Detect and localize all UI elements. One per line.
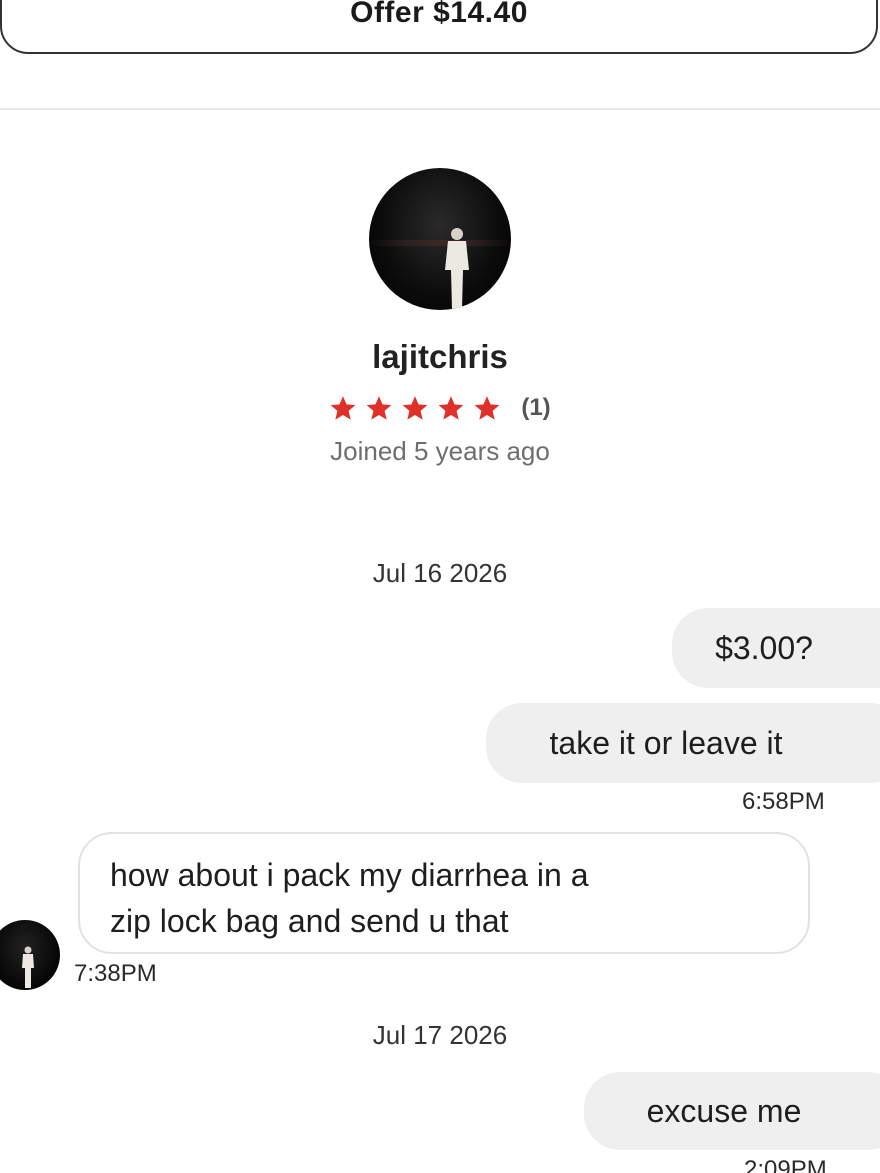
- profile-avatar[interactable]: [369, 168, 511, 310]
- star-icon: [401, 394, 429, 422]
- profile-username[interactable]: lajitchris: [0, 338, 880, 378]
- chat-screen: Offer $14.40 lajitchris (1) Joined 5 yea…: [0, 0, 880, 1173]
- message-text: take it or leave it: [549, 724, 783, 761]
- incoming-message[interactable]: how about i pack my diarrhea in a zip lo…: [78, 832, 810, 954]
- message-timestamp: 2:09PM: [744, 1156, 827, 1173]
- message-text: excuse me: [646, 1092, 802, 1129]
- header-divider: [0, 108, 880, 110]
- outgoing-message[interactable]: take it or leave it: [486, 703, 880, 783]
- rating-row: (1): [0, 392, 880, 424]
- outgoing-message[interactable]: $3.00?: [672, 608, 880, 688]
- offer-button[interactable]: Offer $14.40: [0, 0, 878, 54]
- message-timestamp: 7:38PM: [74, 960, 157, 987]
- message-text-line: how about i pack my diarrhea in a: [110, 857, 589, 893]
- star-icon: [365, 394, 393, 422]
- offer-label: Offer $14.40: [350, 0, 528, 29]
- avatar-person-figure: [22, 946, 34, 988]
- avatar-person-figure: [445, 228, 469, 310]
- star-icon: [329, 394, 357, 422]
- seller-profile: lajitchris (1) Joined 5 years ago: [0, 168, 880, 467]
- message-timestamp: 6:58PM: [742, 788, 825, 815]
- date-separator: Jul 17 2026: [372, 1020, 508, 1050]
- sender-avatar[interactable]: [0, 920, 60, 990]
- message-text-line: zip lock bag and send u that: [110, 903, 509, 939]
- joined-date: Joined 5 years ago: [330, 436, 550, 466]
- rating-count[interactable]: (1): [521, 394, 550, 422]
- outgoing-message[interactable]: excuse me: [584, 1072, 880, 1150]
- date-separator: Jul 16 2026: [372, 558, 508, 588]
- star-icon: [437, 394, 465, 422]
- star-icon: [473, 394, 501, 422]
- message-text: $3.00?: [715, 629, 813, 666]
